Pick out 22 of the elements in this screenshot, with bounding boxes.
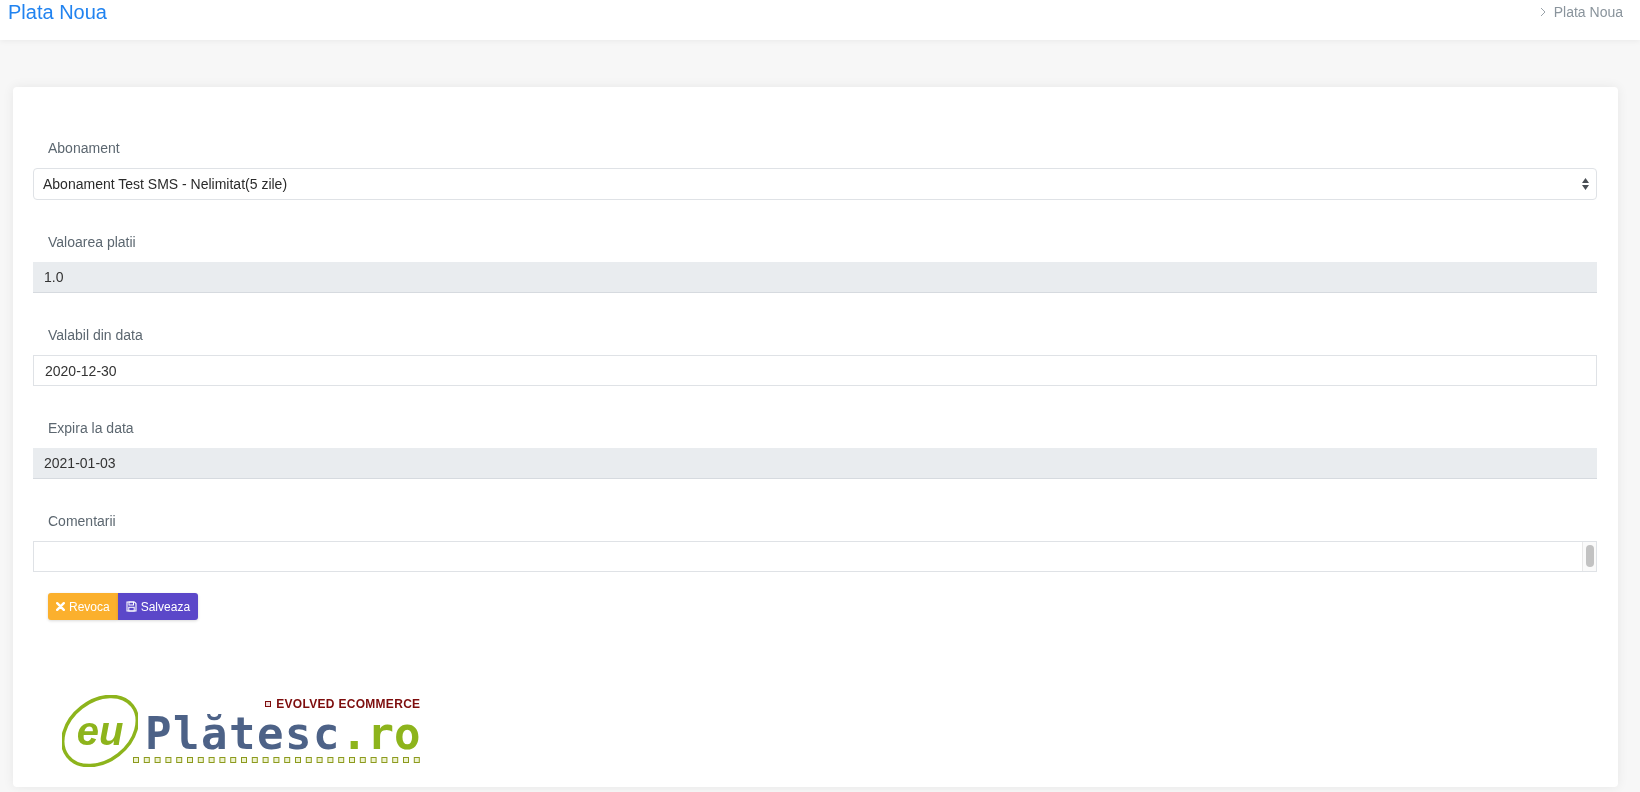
logo-prefix: eu xyxy=(76,717,124,745)
field-label: Valabil din data xyxy=(48,326,143,345)
breadcrumb-item: Plata Noua xyxy=(1553,3,1623,22)
field-label: Comentarii xyxy=(48,512,116,531)
select-field[interactable]: Abonament Test SMS - Nelimitat(5 zile) xyxy=(33,168,1597,200)
scrollbar-thumb[interactable] xyxy=(1585,545,1594,567)
save-button[interactable]: Salveaza xyxy=(117,593,199,620)
textarea-field[interactable] xyxy=(33,541,1597,572)
input-field[interactable]: 2021-01-03 xyxy=(33,448,1597,479)
input-field[interactable]: 2020-12-30 xyxy=(33,355,1597,386)
logo-tagline: EVOLVED ECOMMERCE xyxy=(276,697,421,711)
logo-wordmark: Plătesc.ro xyxy=(145,712,421,756)
chevron-right-icon xyxy=(1539,7,1546,17)
input-field[interactable]: 1.0 xyxy=(33,262,1597,293)
field-label: Abonament xyxy=(48,139,120,158)
field-label: Expira la data xyxy=(48,419,134,438)
field-label: Valoarea platii xyxy=(48,233,136,252)
page-title: Plata Noua xyxy=(8,0,107,24)
square-bullet-icon xyxy=(265,701,272,707)
close-icon xyxy=(56,602,65,611)
oval-ring-icon xyxy=(62,695,138,767)
sort-arrows-icon xyxy=(1582,178,1589,190)
